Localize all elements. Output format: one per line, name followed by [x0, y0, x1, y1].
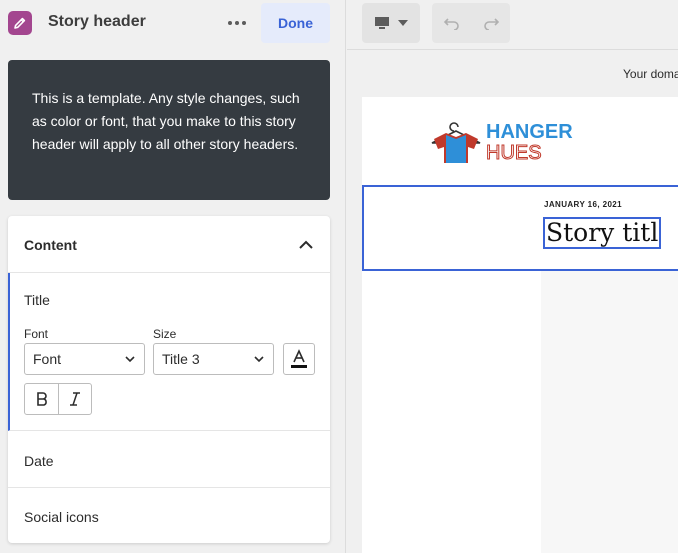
edit-pencil-icon	[8, 11, 32, 35]
chevron-up-icon[interactable]	[296, 236, 316, 252]
social-icons-row[interactable]: Social icons	[8, 488, 330, 544]
italic-button[interactable]	[58, 384, 91, 414]
story-header-block[interactable]: JANUARY 16, 2021 Story title	[362, 185, 678, 271]
panel-title: Story header	[48, 13, 146, 30]
undo-icon[interactable]	[443, 16, 461, 30]
size-select[interactable]: Title 3	[153, 343, 274, 375]
text-color-button[interactable]	[283, 343, 315, 375]
text-format-group	[24, 383, 92, 415]
more-horizontal-icon[interactable]	[226, 12, 248, 34]
date-label: Date	[24, 453, 54, 469]
done-button[interactable]: Done	[261, 3, 330, 43]
redo-icon[interactable]	[482, 16, 500, 30]
size-select-value: Title 3	[162, 351, 200, 367]
story-date: JANUARY 16, 2021	[544, 200, 622, 209]
chevron-down-icon	[254, 356, 264, 363]
title-section: Title Font Size Font Title 3	[8, 273, 330, 431]
panel-header: Story header Done	[0, 0, 346, 46]
template-notice: This is a template. Any style changes, s…	[8, 60, 330, 200]
undo-redo-group	[432, 3, 510, 43]
content-heading: Content	[24, 237, 77, 253]
font-select-value: Font	[33, 351, 62, 367]
domain-notice: Your doma	[623, 67, 678, 81]
social-icons-label: Social icons	[24, 509, 99, 525]
site-logo: HANGER HUES	[426, 117, 576, 165]
font-select[interactable]: Font	[24, 343, 145, 375]
content-section-header[interactable]: Content	[8, 216, 330, 273]
desktop-icon	[375, 17, 389, 29]
caret-down-icon	[398, 20, 408, 26]
device-preview-button[interactable]	[362, 3, 420, 43]
editor-canvas: Your doma HANGER HUES JANUARY 16, 2021 S…	[347, 0, 678, 553]
title-label: Title	[24, 292, 50, 308]
story-title[interactable]: Story title	[543, 217, 661, 249]
bold-button[interactable]	[25, 384, 58, 414]
text-color-icon	[291, 349, 307, 368]
site-preview-page: HANGER HUES JANUARY 16, 2021 Story title	[362, 97, 678, 553]
date-row[interactable]: Date	[8, 432, 330, 488]
chevron-down-icon	[125, 356, 135, 363]
size-label: Size	[153, 327, 177, 341]
logo-line1: HANGER	[486, 121, 573, 143]
font-label: Font	[24, 327, 49, 341]
content-card: Content Title Font Size Font Title 3 Dat…	[8, 216, 330, 543]
italic-icon	[70, 392, 80, 406]
bold-icon	[36, 392, 47, 406]
content-sidebar-area	[541, 271, 678, 553]
logo-line2: HUES	[486, 142, 542, 164]
settings-panel: Story header Done This is a template. An…	[0, 0, 346, 553]
editor-toolbar	[347, 0, 678, 50]
hanger-shirt-icon: HANGER HUES	[431, 121, 573, 165]
